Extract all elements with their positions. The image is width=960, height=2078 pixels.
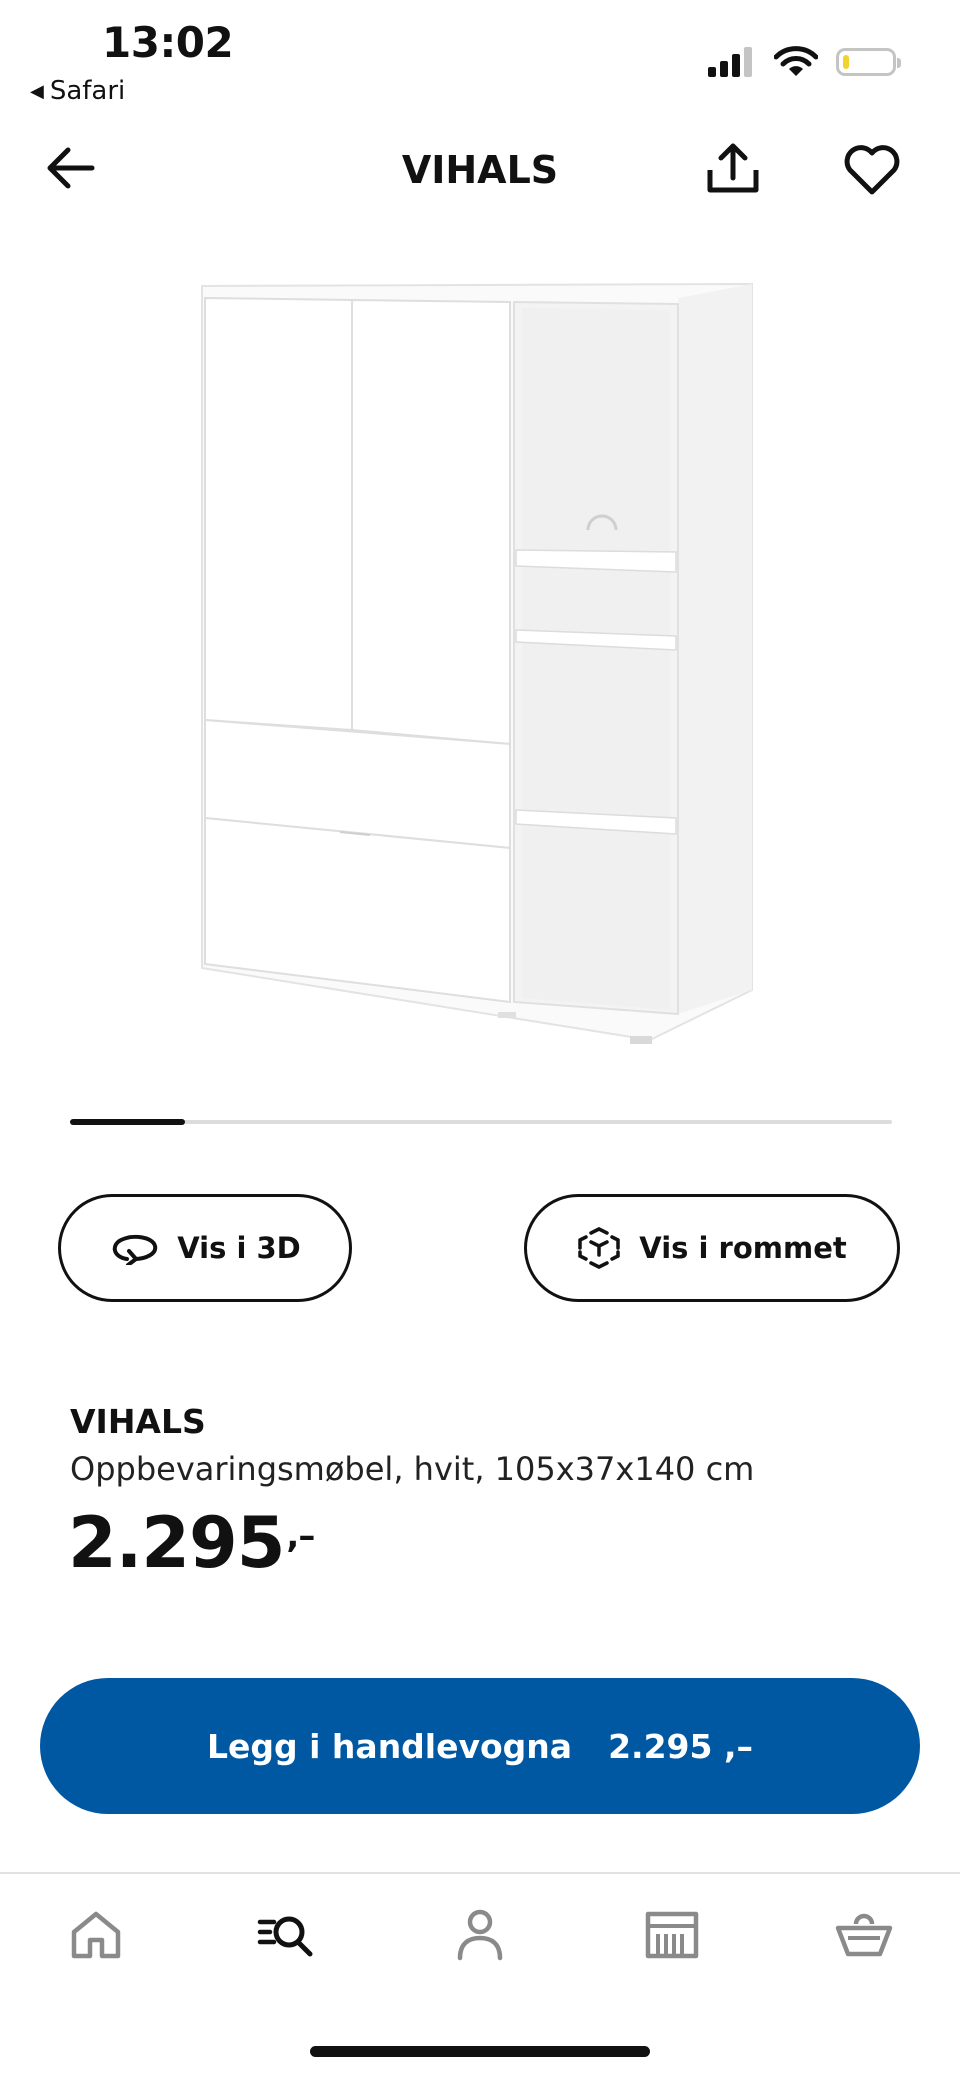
ar-cube-icon [578,1227,621,1269]
page-title: VIHALS [401,148,559,192]
view-in-room-button[interactable]: Vis i rommet [524,1194,900,1302]
product-description: Oppbevaringsmøbel, hvit, 105x37x140 cm [70,1450,755,1488]
home-indicator[interactable] [310,2046,650,2057]
add-to-cart-label: Legg i handlevogna [206,1726,573,1766]
store-icon[interactable] [642,1904,702,1964]
wifi-icon [774,46,818,76]
person-icon[interactable] [450,1904,510,1964]
price-suffix: ,– [286,1516,315,1556]
status-icons [708,46,901,78]
price-value: 2.295 [68,1502,285,1584]
heart-icon[interactable] [842,140,902,200]
basket-icon[interactable] [834,1904,894,1964]
add-to-cart-button[interactable]: Legg i handlevogna 2.295 ,– [40,1678,920,1814]
product-name: VIHALS [70,1402,206,1441]
back-to-safari[interactable]: ◀ Safari [30,76,125,106]
rotate-3d-icon [113,1234,158,1265]
view-3d-label: Vis i 3D [177,1231,301,1265]
share-icon[interactable] [702,138,764,200]
search-list-icon[interactable] [256,1904,316,1964]
product-image[interactable] [150,250,770,1050]
carousel-progress-fill [70,1119,186,1125]
carousel-progress[interactable] [70,1119,892,1125]
bottom-tab-bar [0,1872,960,1994]
back-app-label: Safari [49,76,126,106]
cellular-signal-icon [708,47,752,77]
view-3d-button[interactable]: Vis i 3D [58,1194,352,1302]
battery-icon [836,48,901,76]
view-in-room-label: Vis i rommet [639,1231,847,1265]
status-time: 13:02 [102,18,234,67]
back-triangle-icon: ◀ [30,80,44,102]
add-to-cart-price: 2.295 ,– [608,1726,753,1766]
home-icon[interactable] [66,1904,126,1964]
product-price: 2.295 ,– [68,1502,315,1584]
